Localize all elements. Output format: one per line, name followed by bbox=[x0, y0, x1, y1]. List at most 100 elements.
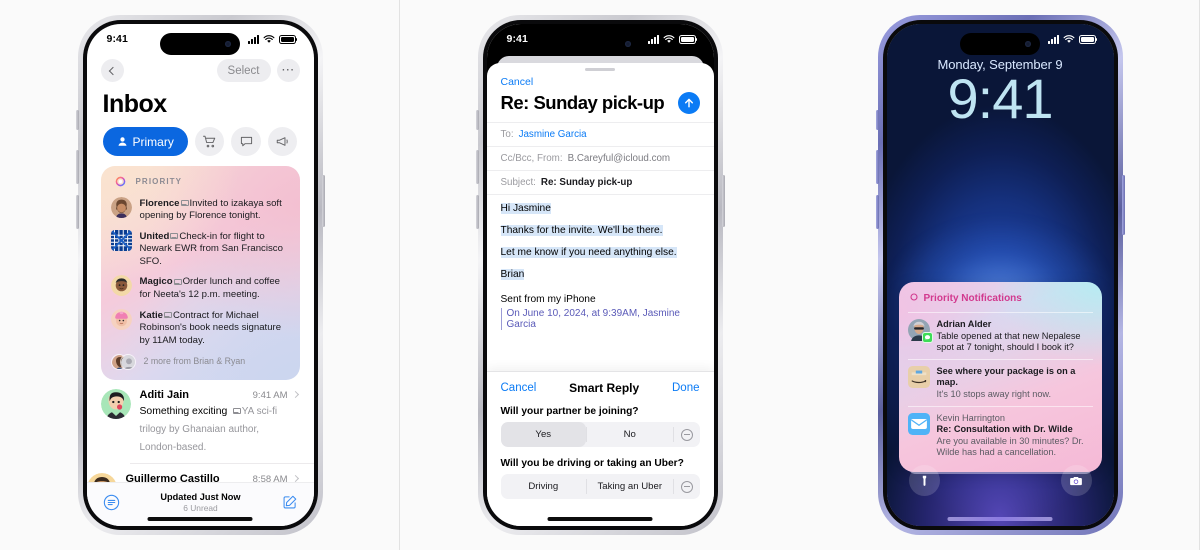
mail-item-time: 9:41 AM bbox=[252, 389, 288, 401]
mail-list-item[interactable]: Guillermo Castillo 8:58 AM Check-in Next… bbox=[87, 462, 314, 482]
ellipsis-icon: ⋯ bbox=[281, 61, 295, 77]
notification-item[interactable]: Adrian Alder Table opened at that new Ne… bbox=[907, 312, 1093, 359]
priority-item-text: Katie Contract for Michael Robinson's boo… bbox=[140, 309, 290, 348]
mail-item-header: Guillermo Castillo 8:58 AM bbox=[126, 473, 299, 482]
mail-item-sender: Aditi Jain bbox=[139, 388, 190, 401]
home-indicator bbox=[947, 517, 1053, 521]
mail-item-time: 8:58 AM bbox=[252, 473, 288, 482]
mail-list-item[interactable]: Aditi Jain 9:41 AM Something exciting YA… bbox=[87, 380, 314, 463]
filter-lines-icon[interactable] bbox=[103, 494, 120, 516]
phone-screen-2: 9:41 Cancel Re: Sunday pick-up To: Jasmi… bbox=[486, 24, 714, 526]
mail-item-header: Aditi Jain 9:41 AM bbox=[139, 388, 299, 401]
notification-item[interactable]: Kevin Harrington Re: Consultation with D… bbox=[907, 405, 1093, 464]
volume-down-button[interactable] bbox=[75, 195, 79, 229]
compose-field-label: Cc/Bcc, From: bbox=[500, 153, 563, 164]
minus-circle-icon[interactable] bbox=[674, 422, 700, 447]
smart-reply-question: Will your partner be joining? bbox=[500, 406, 639, 417]
volume-up-button[interactable] bbox=[475, 150, 479, 184]
minus-circle-icon[interactable] bbox=[674, 474, 700, 499]
filter-tab-primary-label: Primary bbox=[132, 134, 174, 149]
avatar bbox=[110, 275, 132, 297]
filter-tab-transactions[interactable] bbox=[194, 127, 225, 156]
message-icon bbox=[240, 136, 252, 147]
notification-body: It's 10 stops away right now. bbox=[936, 388, 1052, 399]
compose-sheet: Cancel Re: Sunday pick-up To: Jasmine Ga… bbox=[486, 63, 714, 526]
panel-mail-compose: 9:41 Cancel Re: Sunday pick-up To: Jasmi… bbox=[400, 0, 1200, 550]
smart-reply-title: Smart Reply bbox=[569, 381, 640, 395]
phone-device-1: 9:41 Select ⋯ Inbox Primary PRIORITY Flo… bbox=[75, 15, 325, 535]
compose-field-label: To: bbox=[500, 129, 514, 140]
silent-switch[interactable] bbox=[875, 110, 879, 130]
compose-cancel-button[interactable]: Cancel bbox=[487, 71, 714, 90]
smart-reply-option-yes[interactable]: Yes bbox=[500, 422, 586, 447]
power-button[interactable] bbox=[1121, 175, 1125, 235]
volume-up-button[interactable] bbox=[75, 150, 79, 184]
apple-intelligence-sparkle-icon bbox=[909, 289, 919, 307]
priority-item[interactable]: United Check-in for flight to Newark EWR … bbox=[110, 226, 290, 272]
megaphone-icon bbox=[276, 137, 288, 146]
mail-bottom-toolbar: Updated Just Now 6 Unread bbox=[86, 482, 314, 526]
flashlight-icon[interactable] bbox=[908, 465, 940, 496]
compose-body-paragraph: Let me know if you need anything else. bbox=[500, 246, 700, 259]
back-button[interactable] bbox=[100, 59, 124, 82]
smart-reply-option-driving[interactable]: Driving bbox=[501, 474, 587, 499]
power-button[interactable] bbox=[321, 175, 325, 227]
filter-tab-primary[interactable]: Primary bbox=[102, 127, 188, 156]
person-icon bbox=[118, 137, 126, 146]
select-button[interactable]: Select bbox=[216, 59, 271, 82]
phone-bezel-2: 9:41 Cancel Re: Sunday pick-up To: Jasmi… bbox=[482, 20, 718, 530]
power-button[interactable] bbox=[721, 175, 725, 227]
volume-down-button[interactable] bbox=[475, 195, 479, 229]
compose-paragraph-text: Hi Jasmine bbox=[500, 203, 551, 214]
notification-body: Are you available in 30 minutes? Dr. Wil… bbox=[936, 435, 1084, 458]
compose-field-ccbcc-from[interactable]: Cc/Bcc, From: B.Careyful@icloud.com bbox=[486, 146, 714, 170]
priority-more-row[interactable]: 2 more from Brian & Ryan bbox=[110, 351, 290, 374]
avatar bbox=[87, 472, 117, 482]
priority-notifications-panel[interactable]: Priority Notifications Adrian Alder Tabl… bbox=[899, 282, 1102, 472]
select-label: Select bbox=[227, 64, 260, 77]
priority-label: PRIORITY bbox=[135, 177, 183, 186]
priority-summary-card[interactable]: PRIORITY Florence Invited to izakaya soft… bbox=[101, 166, 300, 380]
compose-field-subject[interactable]: Subject: Re: Sunday pick-up bbox=[486, 170, 714, 194]
priority-item-sender: Magico bbox=[139, 276, 173, 288]
silent-switch[interactable] bbox=[475, 110, 479, 130]
more-options-button[interactable]: ⋯ bbox=[276, 59, 300, 82]
volume-down-button[interactable] bbox=[875, 195, 879, 229]
mail-icon bbox=[907, 412, 930, 435]
notification-item[interactable]: See where your package is on a map. It's… bbox=[907, 358, 1093, 406]
smart-reply-cancel-button[interactable]: Cancel bbox=[501, 382, 537, 394]
priority-item[interactable]: Florence Invited to izakaya soft opening … bbox=[110, 193, 290, 226]
mailbox-filter-tabs: Primary bbox=[87, 127, 314, 166]
avatar bbox=[110, 196, 132, 218]
compose-quoted-header: On June 10, 2024, at 9:39AM, Jasmine Gar… bbox=[500, 308, 700, 330]
priority-item[interactable]: Magico Order lunch and coffee for Neeta's… bbox=[110, 272, 290, 305]
send-arrow-up-icon[interactable] bbox=[677, 92, 700, 114]
priority-item[interactable]: Katie Contract for Michael Robinson's boo… bbox=[110, 305, 290, 351]
status-time: 9:41 bbox=[106, 33, 128, 45]
mail-item-body: Guillermo Castillo 8:58 AM Check-in Next… bbox=[126, 473, 300, 482]
filter-tab-updates[interactable] bbox=[231, 127, 261, 156]
filter-tab-promotions[interactable] bbox=[267, 127, 298, 156]
status-icons bbox=[647, 34, 698, 44]
status-icons bbox=[1047, 34, 1098, 44]
chevron-right-icon bbox=[291, 475, 299, 482]
priority-item-text: Magico Order lunch and coffee for Neeta's… bbox=[140, 275, 290, 301]
smart-reply-option-uber[interactable]: Taking an Uber bbox=[587, 474, 673, 499]
home-indicator bbox=[147, 517, 253, 521]
wifi-icon bbox=[1063, 34, 1075, 44]
lock-screen-clock: 9:41 bbox=[947, 67, 1054, 130]
priority-item-text: Florence Invited to izakaya soft opening … bbox=[140, 197, 290, 223]
notification-body: Table opened at that new Nepalese spot a… bbox=[936, 330, 1081, 353]
phone-screen-1: 9:41 Select ⋯ Inbox Primary PRIORITY Flo… bbox=[86, 24, 314, 526]
smart-reply-option-no[interactable]: No bbox=[587, 422, 673, 447]
smart-reply-done-button[interactable]: Done bbox=[672, 382, 700, 394]
avatar bbox=[119, 354, 136, 371]
volume-up-button[interactable] bbox=[875, 150, 879, 184]
compose-field-to[interactable]: To: Jasmine Garcia bbox=[486, 122, 714, 146]
compose-pencil-icon[interactable] bbox=[282, 494, 298, 515]
avatar bbox=[110, 229, 132, 251]
camera-icon[interactable] bbox=[1060, 465, 1092, 496]
panel-lock-screen: Monday, September 9 9:41 Priority Notifi… bbox=[800, 0, 1200, 550]
silent-switch[interactable] bbox=[75, 110, 79, 130]
dynamic-island-1 bbox=[160, 33, 240, 55]
